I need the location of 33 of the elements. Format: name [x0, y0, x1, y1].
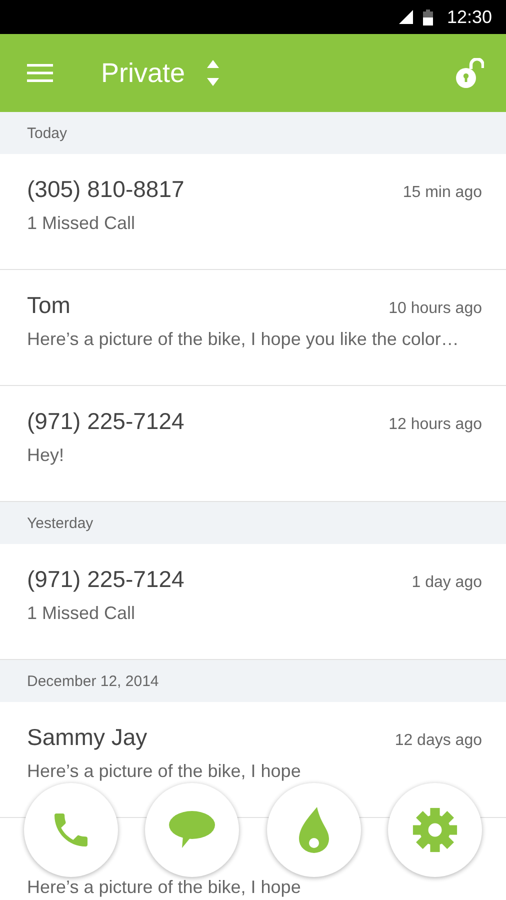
message-preview: Here’s a picture of the bike, I hope — [27, 877, 302, 898]
battery-icon — [422, 8, 433, 26]
signal-icon — [398, 10, 413, 24]
timestamp: 1 day ago — [412, 574, 482, 592]
settings-button[interactable] — [388, 783, 482, 877]
timestamp: 12 hours ago — [388, 416, 482, 434]
contact-name: Sammy Jay — [27, 724, 148, 751]
flame-button[interactable] — [266, 783, 361, 877]
contact-name: (971) 225-7124 — [27, 566, 184, 593]
contact-name: (971) 225-7124 — [27, 408, 184, 435]
unlocked-padlock-icon[interactable] — [456, 58, 484, 88]
message-preview: 1 Missed Call — [27, 213, 136, 234]
section-label: Today — [27, 124, 68, 142]
status-time: 12:30 — [446, 6, 492, 28]
speech-bubble-icon — [168, 810, 216, 850]
section-label: December 12, 2014 — [27, 672, 159, 690]
message-preview: Here’s a picture of the bike, I hope you like the color… — [27, 329, 460, 350]
timestamp: 15 min ago — [402, 184, 482, 202]
timestamp: 10 hours ago — [388, 300, 482, 318]
up-down-arrows-icon[interactable] — [207, 60, 220, 86]
phone-button[interactable] — [24, 783, 118, 877]
timestamp: 12 days ago — [394, 732, 482, 750]
message-button[interactable] — [145, 783, 240, 877]
menu-icon[interactable] — [27, 64, 53, 82]
message-preview: Here’s a picture of the bike, I hope — [27, 761, 302, 782]
gear-icon — [412, 807, 458, 853]
contact-name: (305) 810-8817 — [27, 176, 184, 203]
message-preview: 1 Missed Call — [27, 603, 136, 624]
flame-icon — [298, 807, 329, 853]
header-title[interactable]: Private — [101, 58, 186, 88]
section-label: Yesterday — [27, 514, 94, 532]
contact-name: Tom — [27, 292, 70, 319]
message-preview: Hey! — [27, 445, 66, 466]
